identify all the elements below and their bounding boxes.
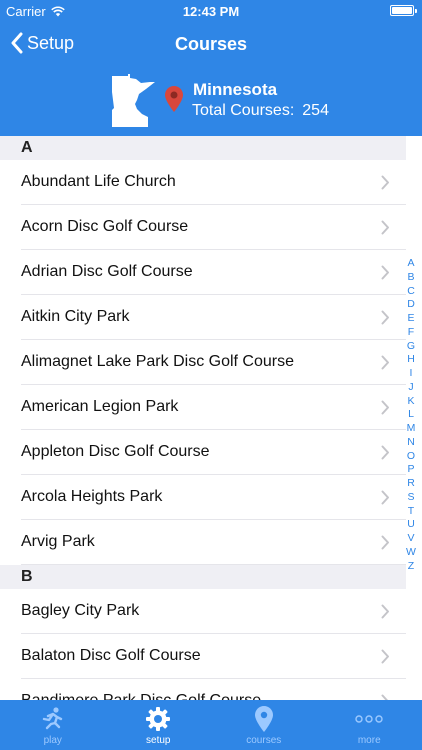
tab-play[interactable]: play — [0, 700, 106, 750]
course-name: Bandimere Park Disc Golf Course — [21, 692, 261, 700]
section-header-b: B — [0, 565, 406, 589]
index-letter-p[interactable]: P — [407, 463, 414, 477]
course-row[interactable]: Adrian Disc Golf Course — [21, 250, 406, 295]
runner-icon — [42, 707, 62, 730]
course-name: Bagley City Park — [21, 602, 140, 619]
tab-more-label: more — [357, 735, 381, 746]
index-letter-i[interactable]: I — [410, 367, 413, 381]
index-letter-r[interactable]: R — [407, 477, 415, 491]
course-row[interactable]: Aitkin City Park — [21, 295, 406, 340]
index-letter-g[interactable]: G — [407, 340, 415, 354]
total-courses-count: 254 — [302, 102, 329, 119]
course-name: Acorn Disc Golf Course — [21, 218, 189, 235]
index-letter-d[interactable]: D — [407, 298, 415, 312]
chevron-right-icon — [381, 265, 389, 280]
chevron-right-icon — [381, 400, 389, 415]
chevron-right-icon — [381, 604, 389, 619]
index-letter-e[interactable]: E — [407, 312, 414, 326]
tab-bar: play setup courses more — [0, 700, 422, 750]
course-name: Aitkin City Park — [21, 308, 130, 325]
index-letter-z[interactable]: Z — [408, 560, 414, 574]
index-letter-m[interactable]: M — [407, 422, 416, 436]
course-row[interactable]: Acorn Disc Golf Course — [21, 205, 406, 250]
index-letter-a[interactable]: A — [407, 257, 414, 271]
section-index-bar[interactable]: ABCDEFGHIJKLMNOPRSTUVWZ — [405, 257, 417, 573]
course-row[interactable]: Bandimere Park Disc Golf Course — [21, 679, 406, 700]
chevron-right-icon — [381, 355, 389, 370]
index-letter-c[interactable]: C — [407, 285, 415, 299]
tab-setup[interactable]: setup — [106, 700, 212, 750]
course-list[interactable]: A Abundant Life Church Acorn Disc Golf Cou… — [0, 136, 422, 700]
index-letter-v[interactable]: V — [407, 532, 414, 546]
state-name: Minnesota — [193, 80, 278, 99]
index-letter-w[interactable]: W — [406, 546, 416, 560]
tab-more[interactable]: more — [317, 700, 422, 750]
chevron-right-icon — [381, 535, 389, 550]
chevron-right-icon — [381, 445, 389, 460]
course-row[interactable]: Arvig Park — [21, 520, 406, 565]
back-button[interactable]: Setup — [10, 32, 74, 54]
chevron-right-icon — [381, 175, 389, 190]
course-row[interactable]: Balaton Disc Golf Course — [21, 634, 406, 679]
course-name: Alimagnet Lake Park Disc Golf Course — [21, 353, 294, 370]
total-courses: Total Courses: 254 — [192, 102, 329, 120]
index-letter-l[interactable]: L — [408, 408, 414, 422]
gear-icon — [146, 707, 171, 731]
section-header-a: A — [0, 136, 406, 160]
chevron-right-icon — [381, 220, 389, 235]
status-time: 12:43 PM — [182, 4, 240, 19]
course-row[interactable]: American Legion Park — [21, 385, 406, 430]
tab-play-label: play — [43, 735, 62, 746]
tab-courses[interactable]: courses — [211, 700, 317, 750]
course-name: American Legion Park — [21, 398, 179, 415]
more-dots-icon — [355, 715, 383, 723]
index-letter-t[interactable]: T — [408, 505, 414, 519]
course-row[interactable]: Arcola Heights Park — [21, 475, 406, 520]
chevron-right-icon — [381, 490, 389, 505]
tab-setup-label: setup — [146, 735, 171, 746]
index-letter-b[interactable]: B — [407, 271, 414, 285]
chevron-right-icon — [381, 310, 389, 325]
total-courses-label: Total Courses: — [192, 102, 295, 119]
chevron-left-icon — [11, 32, 23, 54]
index-letter-h[interactable]: H — [407, 353, 415, 367]
minnesota-map-icon — [112, 74, 155, 127]
course-name: Balaton Disc Golf Course — [21, 647, 201, 664]
index-letter-o[interactable]: O — [407, 450, 415, 464]
navigation-bar: Setup Courses — [0, 22, 422, 66]
course-row[interactable]: Alimagnet Lake Park Disc Golf Course — [21, 340, 406, 385]
index-letter-f[interactable]: F — [408, 326, 414, 340]
course-row[interactable]: Appleton Disc Golf Course — [21, 430, 406, 475]
course-name: Abundant Life Church — [21, 173, 176, 190]
course-name: Adrian Disc Golf Course — [21, 263, 193, 280]
map-pin-icon — [254, 706, 273, 732]
state-header: Minnesota Total Courses: 254 — [0, 66, 422, 136]
course-name: Arcola Heights Park — [21, 488, 163, 505]
course-row[interactable]: Abundant Life Church — [21, 160, 406, 205]
index-letter-k[interactable]: K — [407, 395, 414, 409]
index-letter-n[interactable]: N — [407, 436, 415, 450]
index-letter-j[interactable]: J — [408, 381, 413, 395]
course-row[interactable]: Bagley City Park — [21, 589, 406, 634]
battery-icon — [390, 5, 417, 16]
index-letter-u[interactable]: U — [407, 518, 415, 532]
chevron-right-icon — [381, 649, 389, 664]
course-name: Arvig Park — [21, 533, 95, 550]
status-bar: Carrier 12:43 PM — [0, 0, 422, 22]
tab-courses-label: courses — [246, 735, 282, 746]
back-button-label: Setup — [27, 32, 75, 53]
course-name: Appleton Disc Golf Course — [21, 443, 210, 460]
index-letter-s[interactable]: S — [407, 491, 414, 505]
map-pin-icon — [165, 86, 183, 112]
